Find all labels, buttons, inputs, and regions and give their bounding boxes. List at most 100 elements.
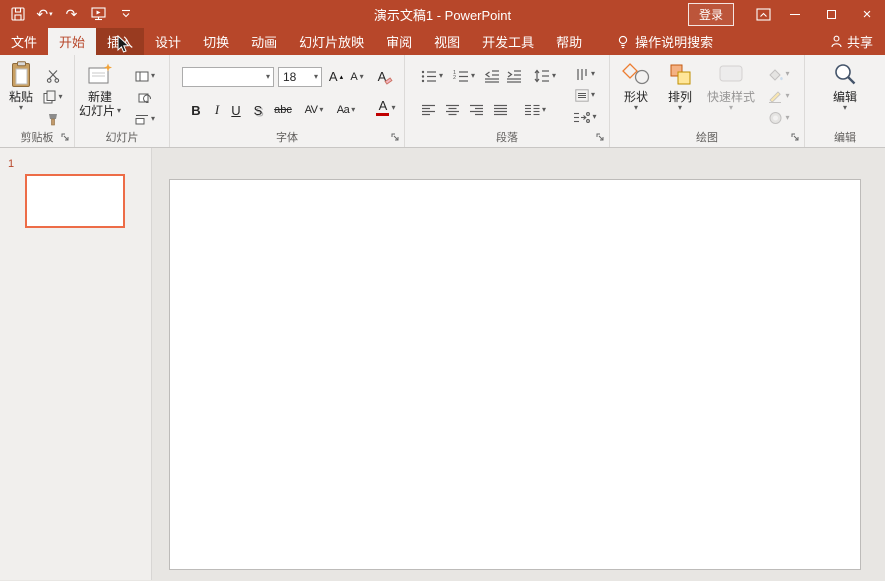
reset-icon bbox=[138, 93, 152, 103]
align-right-button[interactable] bbox=[467, 101, 485, 119]
minimize-button[interactable] bbox=[777, 0, 813, 28]
close-button[interactable]: × bbox=[849, 0, 885, 28]
tab-home[interactable]: 开始 bbox=[48, 28, 97, 55]
cut-button[interactable] bbox=[42, 67, 64, 85]
decrease-font-size-button[interactable]: A ▾ bbox=[348, 68, 366, 86]
columns-icon bbox=[524, 104, 540, 116]
paste-button[interactable]: 粘贴 ▾ bbox=[3, 58, 39, 132]
format-painter-button[interactable] bbox=[42, 110, 64, 128]
window-title: 演示文稿1 - PowerPoint bbox=[373, 7, 512, 23]
tab-review[interactable]: 审阅 bbox=[375, 28, 423, 55]
maximize-icon bbox=[826, 9, 836, 19]
clipboard-dialog-launcher[interactable] bbox=[60, 132, 71, 143]
italic-button[interactable]: I bbox=[210, 101, 224, 119]
align-left-button[interactable] bbox=[419, 101, 437, 119]
group-slides: 新建 幻灯片 ▾ ▾ ▾ 幻灯片 bbox=[75, 55, 170, 147]
arrange-button[interactable]: 排列 ▾ bbox=[660, 58, 700, 132]
layout-button[interactable]: ▾ bbox=[129, 67, 161, 85]
slide-editor-canvas[interactable] bbox=[152, 148, 885, 580]
shapes-button[interactable]: 形状 ▾ bbox=[614, 58, 658, 132]
character-spacing-button[interactable]: AV ▾ bbox=[300, 101, 328, 119]
copy-button[interactable]: ▾ bbox=[40, 88, 66, 106]
slide-thumbnail-1[interactable] bbox=[25, 174, 125, 228]
text-direction-button[interactable]: ▾ bbox=[569, 65, 601, 83]
new-slide-button[interactable]: 新建 幻灯片 ▾ bbox=[77, 58, 123, 132]
shape-outline-button[interactable]: ▾ bbox=[764, 87, 794, 105]
font-dialog-launcher[interactable] bbox=[390, 132, 401, 143]
save-button[interactable] bbox=[4, 2, 31, 26]
editing-button[interactable]: 编辑 ▾ bbox=[821, 58, 869, 132]
tell-me-search[interactable]: 操作说明搜索 bbox=[607, 28, 723, 55]
close-icon: × bbox=[862, 5, 872, 23]
shape-fill-caret-icon: ▾ bbox=[785, 69, 790, 78]
align-text-button[interactable]: ▾ bbox=[569, 86, 601, 104]
change-case-button[interactable]: Aa ▾ bbox=[332, 101, 360, 119]
copy-caret-icon: ▾ bbox=[58, 92, 63, 101]
line-spacing-button[interactable]: ▾ bbox=[531, 67, 559, 85]
reset-button[interactable] bbox=[129, 88, 161, 106]
bullets-icon bbox=[421, 70, 436, 83]
tab-transitions[interactable]: 切换 bbox=[192, 28, 240, 55]
quick-styles-button[interactable]: 快速样式 ▾ bbox=[702, 58, 760, 132]
tab-animations[interactable]: 动画 bbox=[240, 28, 288, 55]
bullets-button[interactable]: ▾ bbox=[419, 67, 445, 85]
increase-indent-icon bbox=[507, 70, 521, 83]
font-size-combo[interactable]: 18 ▾ bbox=[278, 67, 322, 87]
sign-in-button[interactable]: 登录 bbox=[687, 2, 734, 26]
justify-button[interactable] bbox=[491, 101, 509, 119]
change-case-caret-icon: ▾ bbox=[351, 105, 356, 114]
maximize-button[interactable] bbox=[813, 0, 849, 28]
redo-button[interactable]: ↷ bbox=[58, 2, 85, 26]
group-drawing: 形状 ▾ 排列 ▾ 快速样式 ▾ ▾ ▾ ▾ 绘图 bbox=[610, 55, 805, 147]
dialog-launcher-icon bbox=[596, 133, 604, 141]
save-icon bbox=[10, 7, 25, 21]
layout-caret-icon: ▾ bbox=[150, 71, 155, 80]
bold-button[interactable]: B bbox=[188, 101, 204, 119]
editing-group-label: 编辑 bbox=[834, 132, 856, 144]
font-name-combo[interactable]: ▾ bbox=[182, 67, 274, 87]
tab-developer[interactable]: 开发工具 bbox=[471, 28, 545, 55]
columns-button[interactable]: ▾ bbox=[521, 101, 549, 119]
tab-help[interactable]: 帮助 bbox=[545, 28, 593, 55]
ribbon-display-options-button[interactable] bbox=[750, 2, 777, 26]
slide[interactable] bbox=[169, 179, 861, 570]
align-text-icon bbox=[575, 88, 589, 102]
char-spacing-caret-icon: ▾ bbox=[319, 105, 324, 114]
line-spacing-caret-icon: ▾ bbox=[551, 71, 556, 80]
person-icon bbox=[831, 35, 842, 48]
titlebar-right-controls: 登录 × bbox=[687, 0, 885, 28]
start-slideshow-button[interactable] bbox=[85, 2, 112, 26]
decrease-indent-button[interactable] bbox=[483, 67, 501, 85]
paragraph-dialog-launcher[interactable] bbox=[595, 132, 606, 143]
tab-slideshow[interactable]: 幻灯片放映 bbox=[288, 28, 375, 55]
increase-indent-button[interactable] bbox=[505, 67, 523, 85]
tab-design[interactable]: 设计 bbox=[144, 28, 192, 55]
powerpoint-window: ↶ ▾ ↷ 演示文稿1 - PowerPoint 登录 × 文件 开始 设计 切… bbox=[0, 0, 885, 581]
customize-qat-button[interactable] bbox=[112, 2, 139, 26]
quick-styles-caret-icon: ▾ bbox=[728, 103, 733, 112]
dialog-launcher-icon bbox=[61, 133, 69, 141]
numbering-button[interactable]: 12 ▾ bbox=[451, 67, 477, 85]
undo-button[interactable]: ↶ ▾ bbox=[31, 2, 58, 26]
paste-caret-icon: ▾ bbox=[18, 103, 23, 112]
drawing-dialog-launcher[interactable] bbox=[790, 132, 801, 143]
clear-formatting-button[interactable]: A bbox=[374, 68, 396, 86]
font-color-button[interactable]: A ▾ bbox=[372, 99, 400, 117]
shape-fill-button[interactable]: ▾ bbox=[764, 65, 794, 83]
underline-button[interactable]: U bbox=[228, 101, 244, 119]
text-shadow-button[interactable]: S bbox=[250, 101, 266, 119]
share-button[interactable]: 共享 bbox=[819, 28, 885, 55]
increase-font-size-button[interactable]: A ▴ bbox=[327, 68, 345, 86]
section-button[interactable]: ▾ bbox=[129, 110, 161, 128]
strikethrough-button[interactable]: abc bbox=[270, 101, 296, 119]
shape-fill-icon bbox=[769, 69, 784, 81]
tab-view[interactable]: 视图 bbox=[423, 28, 471, 55]
quick-access-toolbar: ↶ ▾ ↷ bbox=[0, 2, 139, 26]
align-center-button[interactable] bbox=[443, 101, 461, 119]
workspace: 1 bbox=[0, 148, 885, 580]
convert-smartart-button[interactable]: ▾ bbox=[567, 108, 603, 126]
shape-effects-button[interactable]: ▾ bbox=[764, 109, 794, 127]
tab-file[interactable]: 文件 bbox=[0, 28, 48, 55]
undo-icon: ↶ bbox=[36, 5, 49, 22]
paste-label: 粘贴 bbox=[8, 90, 33, 104]
